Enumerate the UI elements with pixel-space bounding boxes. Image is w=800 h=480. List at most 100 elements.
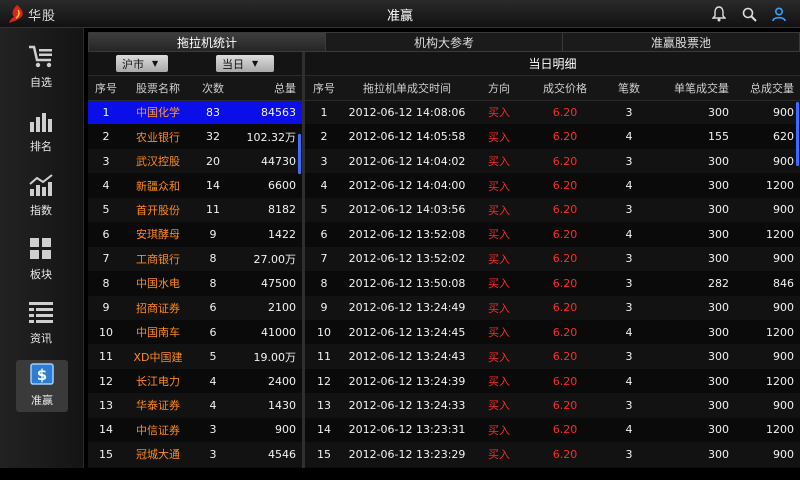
sidebar-item-zhunying[interactable]: $ 准赢 bbox=[16, 360, 68, 412]
row-index: 1 bbox=[88, 100, 124, 125]
single-volume: 300 bbox=[708, 423, 729, 437]
dollar-icon: $ bbox=[27, 360, 57, 390]
user-icon[interactable] bbox=[764, 3, 794, 25]
stock-name: 长江电力 bbox=[136, 375, 180, 389]
table-row[interactable]: 1 2012-06-12 14:08:06 买入 6.20 3 300 900 bbox=[305, 100, 800, 125]
row-index: 6 bbox=[102, 227, 110, 241]
table-row[interactable]: 3 武汉控股 20 44730 bbox=[88, 148, 302, 174]
column-header[interactable]: 成交价格 bbox=[527, 76, 603, 101]
total-volume: 900 bbox=[773, 105, 794, 119]
market-select[interactable]: 沪市 ▼ bbox=[116, 55, 168, 72]
stock-name: 农业银行 bbox=[136, 130, 180, 144]
table-row[interactable]: 7 工商银行 8 27.00万 bbox=[88, 246, 302, 272]
caret-down-icon: ▼ bbox=[152, 59, 159, 68]
table-row[interactable]: 12 2012-06-12 13:24:39 买入 6.20 4 300 1200 bbox=[305, 368, 800, 394]
period-select[interactable]: 当日 ▼ bbox=[216, 55, 274, 72]
sidebar-item-index[interactable]: 指数 bbox=[14, 170, 68, 220]
detail-title: 当日明细 bbox=[305, 52, 800, 76]
total-volume: 102.32万 bbox=[246, 130, 297, 144]
sidebar-item-sectors[interactable]: 板块 bbox=[14, 234, 68, 284]
tab-tractor-stats[interactable]: 拖拉机统计 bbox=[89, 33, 326, 51]
sidebar-item-ranking[interactable]: 排名 bbox=[14, 106, 68, 156]
table-row[interactable]: 9 2012-06-12 13:24:49 买入 6.20 3 300 900 bbox=[305, 295, 800, 320]
row-index: 7 bbox=[102, 252, 110, 266]
table-row[interactable]: 12 长江电力 4 2400 bbox=[88, 368, 302, 394]
table-header: 序号 股票名称 次数 总量 bbox=[88, 76, 302, 101]
column-header[interactable]: 笔数 bbox=[603, 76, 655, 101]
order-count: 3 bbox=[625, 447, 633, 461]
column-header[interactable]: 单笔成交量 bbox=[655, 76, 735, 101]
table-row[interactable]: 14 2012-06-12 13:23:31 买入 6.20 4 300 1200 bbox=[305, 417, 800, 443]
table-row[interactable]: 10 2012-06-12 13:24:45 买入 6.20 4 300 1200 bbox=[305, 319, 800, 345]
table-row[interactable]: 5 2012-06-12 14:03:56 买入 6.20 3 300 900 bbox=[305, 197, 800, 223]
trade-count: 3 bbox=[209, 423, 217, 437]
table-row[interactable]: 3 2012-06-12 14:04:02 买入 6.20 3 300 900 bbox=[305, 148, 800, 174]
total-volume: 900 bbox=[275, 423, 296, 437]
table-row[interactable]: 8 中国水电 8 47500 bbox=[88, 271, 302, 296]
total-volume: 900 bbox=[773, 252, 794, 266]
trade-price: 6.20 bbox=[552, 398, 578, 412]
table-row[interactable]: 13 华泰证券 4 1430 bbox=[88, 393, 302, 418]
tab-institution-reference[interactable]: 机构大参考 bbox=[326, 33, 563, 51]
main-content: 拖拉机统计 机构大参考 准赢股票池 沪市 ▼ 当日 ▼ 序号 股票名称 次数 总… bbox=[88, 32, 800, 468]
column-header[interactable]: 次数 bbox=[192, 76, 234, 101]
trade-price: 6.20 bbox=[552, 130, 578, 144]
table-row[interactable]: 15 2012-06-12 13:23:29 买入 6.20 3 300 900 bbox=[305, 442, 800, 467]
total-volume: 44730 bbox=[261, 154, 296, 168]
row-index: 12 bbox=[99, 374, 113, 388]
column-header[interactable]: 拖拉机单成交时间 bbox=[343, 76, 471, 101]
single-volume: 300 bbox=[708, 154, 729, 168]
table-row[interactable]: 14 中信证券 3 900 bbox=[88, 417, 302, 443]
table-row[interactable]: 9 招商证券 6 2100 bbox=[88, 295, 302, 320]
total-volume: 1200 bbox=[766, 179, 794, 193]
scrollbar[interactable] bbox=[298, 134, 301, 174]
table-row[interactable]: 15 冠城大通 3 4546 bbox=[88, 442, 302, 467]
row-index: 5 bbox=[102, 203, 110, 217]
bell-icon[interactable] bbox=[704, 3, 734, 25]
table-row[interactable]: 2 2012-06-12 14:05:58 买入 6.20 4 155 620 bbox=[305, 124, 800, 149]
sidebar-item-news[interactable]: 资讯 bbox=[14, 298, 68, 348]
trade-price: 6.20 bbox=[552, 252, 578, 266]
total-volume: 27.00万 bbox=[253, 252, 297, 266]
trade-price: 6.20 bbox=[552, 423, 578, 437]
table-row[interactable]: 13 2012-06-12 13:24:33 买入 6.20 3 300 900 bbox=[305, 393, 800, 418]
table-row[interactable]: 8 2012-06-12 13:50:08 买入 6.20 3 282 846 bbox=[305, 271, 800, 296]
table-row[interactable]: 2 农业银行 32 102.32万 bbox=[88, 124, 302, 149]
stock-name: 安琪酵母 bbox=[136, 228, 180, 242]
caret-down-icon: ▼ bbox=[252, 59, 259, 68]
grid-icon bbox=[26, 234, 56, 264]
table-row[interactable]: 4 新疆众和 14 6600 bbox=[88, 173, 302, 198]
stock-name: 中国南车 bbox=[136, 326, 180, 340]
table-row[interactable]: 11 2012-06-12 13:24:43 买入 6.20 3 300 900 bbox=[305, 344, 800, 369]
sidebar-item-label: 指数 bbox=[30, 204, 52, 217]
table-row[interactable]: 5 首开股份 11 8182 bbox=[88, 197, 302, 223]
column-header[interactable]: 总成交量 bbox=[735, 76, 800, 101]
tab-stock-pool[interactable]: 准赢股票池 bbox=[563, 33, 799, 51]
sidebar-item-favorites[interactable]: 自选 bbox=[14, 42, 68, 92]
news-list-icon bbox=[26, 298, 56, 328]
stock-name: 冠城大通 bbox=[136, 448, 180, 462]
search-icon[interactable] bbox=[734, 3, 764, 25]
sidebar-item-label: 板块 bbox=[30, 268, 52, 281]
table-row[interactable]: 7 2012-06-12 13:52:02 买入 6.20 3 300 900 bbox=[305, 246, 800, 272]
table-row[interactable]: 10 中国南车 6 41000 bbox=[88, 319, 302, 345]
column-header[interactable]: 总量 bbox=[234, 76, 302, 101]
table-row[interactable]: 1 中国化学 83 84563 bbox=[88, 100, 302, 125]
table-row[interactable]: 4 2012-06-12 14:04:00 买入 6.20 4 300 1200 bbox=[305, 173, 800, 198]
trade-price: 6.20 bbox=[552, 276, 578, 290]
column-header[interactable]: 方向 bbox=[471, 76, 527, 101]
scrollbar[interactable] bbox=[796, 102, 799, 166]
table-row[interactable]: 6 安琪酵母 9 1422 bbox=[88, 222, 302, 247]
column-header[interactable]: 股票名称 bbox=[124, 76, 192, 101]
trade-price: 6.20 bbox=[552, 227, 578, 241]
total-volume: 900 bbox=[773, 301, 794, 315]
single-volume: 300 bbox=[708, 105, 729, 119]
column-header[interactable]: 序号 bbox=[305, 76, 343, 101]
direction: 买入 bbox=[488, 252, 510, 266]
direction: 买入 bbox=[488, 228, 510, 242]
table-row[interactable]: 6 2012-06-12 13:52:08 买入 6.20 4 300 1200 bbox=[305, 222, 800, 247]
table-row[interactable]: 11 XD中国建 5 19.00万 bbox=[88, 344, 302, 369]
row-index: 3 bbox=[102, 154, 110, 168]
detail-table: 序号 拖拉机单成交时间 方向 成交价格 笔数 单笔成交量 总成交量 1 2012-… bbox=[305, 76, 800, 467]
column-header[interactable]: 序号 bbox=[88, 76, 124, 101]
